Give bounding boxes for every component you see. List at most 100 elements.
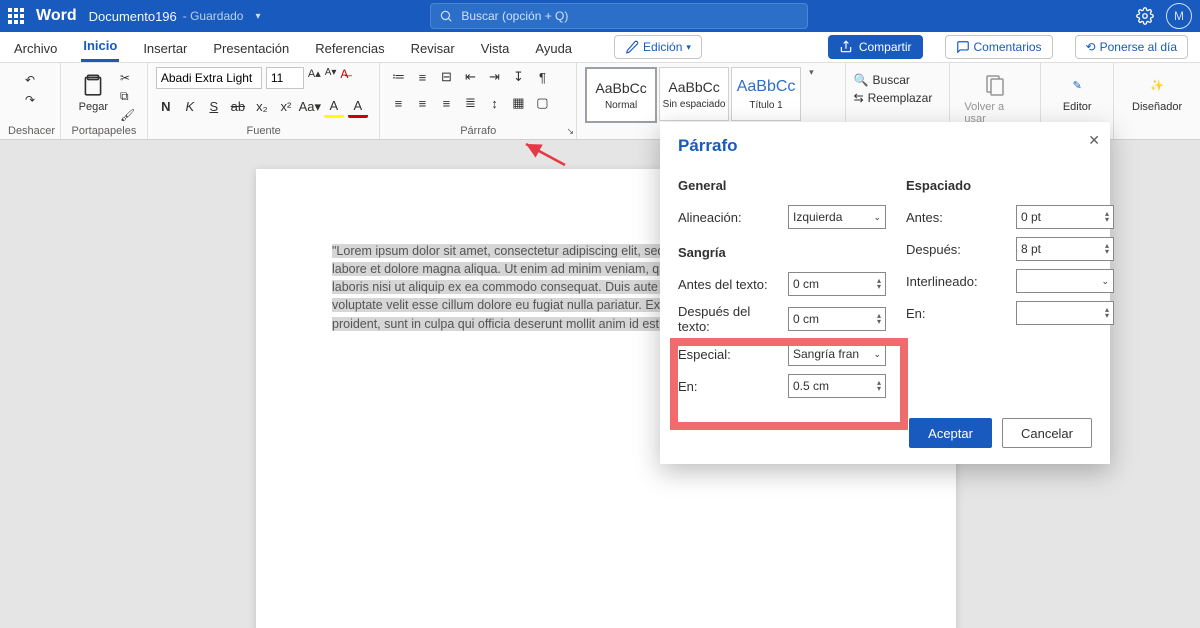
comments-label: Comentarios (974, 40, 1042, 54)
underline-button[interactable]: S (204, 97, 224, 117)
format-painter-button[interactable]: 🖌 (120, 108, 135, 122)
styles-more-button[interactable]: ▾ (809, 67, 814, 78)
style-heading1[interactable]: AaBbCcTítulo 1 (731, 67, 801, 121)
editing-mode-label: Edición (643, 40, 682, 54)
save-status: - Guardado (183, 9, 244, 23)
cancel-button[interactable]: Cancelar (1002, 418, 1092, 448)
find-button[interactable]: 🔍Buscar (854, 73, 910, 87)
group-label-paragraph: Párrafo (388, 125, 568, 139)
shading-button[interactable]: ▦ (508, 93, 528, 113)
after-text-input[interactable]: 0 cm▴▾ (788, 307, 886, 331)
subscript-button[interactable]: x₂ (252, 97, 272, 117)
app-launcher-icon[interactable] (8, 8, 24, 24)
group-label-font: Fuente (156, 125, 372, 139)
tab-archivo[interactable]: Archivo (12, 35, 59, 62)
tab-inicio[interactable]: Inicio (81, 32, 119, 62)
align-center-button[interactable]: ≡ (412, 93, 432, 113)
decrease-indent-button[interactable]: ⇤ (460, 67, 480, 87)
group-label-undo: Deshacer (8, 125, 52, 139)
paste-label: Pegar (79, 101, 108, 113)
space-before-label: Antes: (906, 210, 1006, 225)
settings-icon[interactable] (1136, 7, 1154, 25)
clear-format-button[interactable]: A̶ (340, 67, 348, 89)
designer-button[interactable]: ✨ Diseñador (1122, 67, 1192, 117)
tab-referencias[interactable]: Referencias (313, 35, 386, 62)
style-no-spacing[interactable]: AaBbCcSin espaciado (659, 67, 729, 121)
group-label-clipboard: Portapapeles (69, 125, 139, 139)
section-spacing: Espaciado (906, 178, 1114, 193)
line-spacing-select[interactable]: ⌄ (1016, 269, 1114, 293)
search-icon: 🔍 (854, 73, 869, 87)
line-at-input[interactable]: ▴▾ (1016, 301, 1114, 325)
annotation-arrow (520, 140, 570, 170)
chevron-down-icon: ⌄ (873, 349, 881, 360)
grow-font-button[interactable]: A▴ (308, 67, 321, 89)
ok-button[interactable]: Aceptar (909, 418, 992, 448)
style-normal[interactable]: AaBbCcNormal (585, 67, 657, 123)
space-after-input[interactable]: 8 pt▴▾ (1016, 237, 1114, 261)
tab-ayuda[interactable]: Ayuda (533, 35, 574, 62)
paragraph-dialog-launcher[interactable]: ↘ (567, 126, 575, 137)
strikethrough-button[interactable]: ab (228, 97, 248, 117)
dialog-title: Párrafo (660, 122, 1110, 164)
by-label: En: (678, 379, 778, 394)
search-box[interactable]: Buscar (opción + Q) (430, 3, 808, 29)
section-indent: Sangría (678, 245, 886, 260)
tab-insertar[interactable]: Insertar (141, 35, 189, 62)
catch-up-label: Ponerse al día (1100, 40, 1177, 54)
catch-up-button[interactable]: ⟲ Ponerse al día (1075, 35, 1188, 59)
font-color-button[interactable]: A (348, 95, 368, 118)
chevron-down-icon: ▾ (686, 42, 691, 53)
borders-button[interactable]: ▢ (532, 93, 552, 113)
tab-vista[interactable]: Vista (479, 35, 512, 62)
italic-button[interactable]: K (180, 97, 200, 117)
numbering-button[interactable]: ≡ (412, 67, 432, 87)
after-text-label: Después del texto: (678, 304, 778, 334)
align-left-button[interactable]: ≡ (388, 93, 408, 113)
sync-icon: ⟲ (1086, 40, 1096, 54)
before-text-input[interactable]: 0 cm▴▾ (788, 272, 886, 296)
editing-mode-button[interactable]: Edición ▾ (614, 35, 702, 59)
title-bar: Word Documento196 - Guardado ▾ Buscar (o… (0, 0, 1200, 32)
sort-button[interactable]: ↧ (508, 67, 528, 87)
font-size-input[interactable] (266, 67, 304, 89)
superscript-button[interactable]: x² (276, 97, 296, 117)
font-name-input[interactable] (156, 67, 262, 89)
document-name[interactable]: Documento196 (89, 9, 177, 24)
copy-button[interactable]: ⧉ (120, 89, 135, 104)
multilevel-button[interactable]: ⊟ (436, 67, 456, 87)
paragraph-dialog: ✕ Párrafo General Alineación: Izquierda⌄… (660, 122, 1110, 464)
justify-button[interactable]: ≣ (460, 93, 480, 113)
space-before-input[interactable]: 0 pt▴▾ (1016, 205, 1114, 229)
shrink-font-button[interactable]: A▾ (325, 67, 337, 89)
chevron-down-icon[interactable]: ▾ (255, 11, 260, 22)
replace-button[interactable]: ⇆Reemplazar (854, 91, 933, 105)
by-input[interactable]: 0.5 cm▴▾ (788, 374, 886, 398)
highlight-button[interactable]: A (324, 95, 344, 118)
bold-button[interactable]: N (156, 97, 176, 117)
line-spacing-button[interactable]: ↕ (484, 93, 504, 113)
increase-indent-button[interactable]: ⇥ (484, 67, 504, 87)
alignment-select[interactable]: Izquierda⌄ (788, 205, 886, 229)
close-button[interactable]: ✕ (1088, 132, 1100, 149)
redo-button[interactable]: ↷ (25, 93, 35, 107)
undo-button[interactable]: ↶ (25, 73, 35, 87)
tab-revisar[interactable]: Revisar (409, 35, 457, 62)
change-case-button[interactable]: Aa▾ (300, 97, 320, 117)
replace-icon: ⇆ (854, 91, 864, 105)
share-button[interactable]: Compartir (828, 35, 923, 59)
bullets-button[interactable]: ≔ (388, 67, 408, 87)
tab-presentacion[interactable]: Presentación (211, 35, 291, 62)
paste-button[interactable]: Pegar (73, 67, 114, 117)
comment-icon (956, 40, 970, 54)
editor-button[interactable]: ✎ Editor (1049, 67, 1105, 117)
chevron-down-icon: ⌄ (873, 212, 881, 223)
special-select[interactable]: Sangría francesa⌄ (788, 342, 886, 366)
space-after-label: Después: (906, 242, 1006, 257)
comments-button[interactable]: Comentarios (945, 35, 1053, 59)
align-right-button[interactable]: ≡ (436, 93, 456, 113)
share-label: Compartir (859, 40, 912, 54)
show-marks-button[interactable]: ¶ (532, 67, 552, 87)
cut-button[interactable]: ✂ (120, 71, 135, 85)
user-avatar[interactable]: M (1166, 3, 1192, 29)
